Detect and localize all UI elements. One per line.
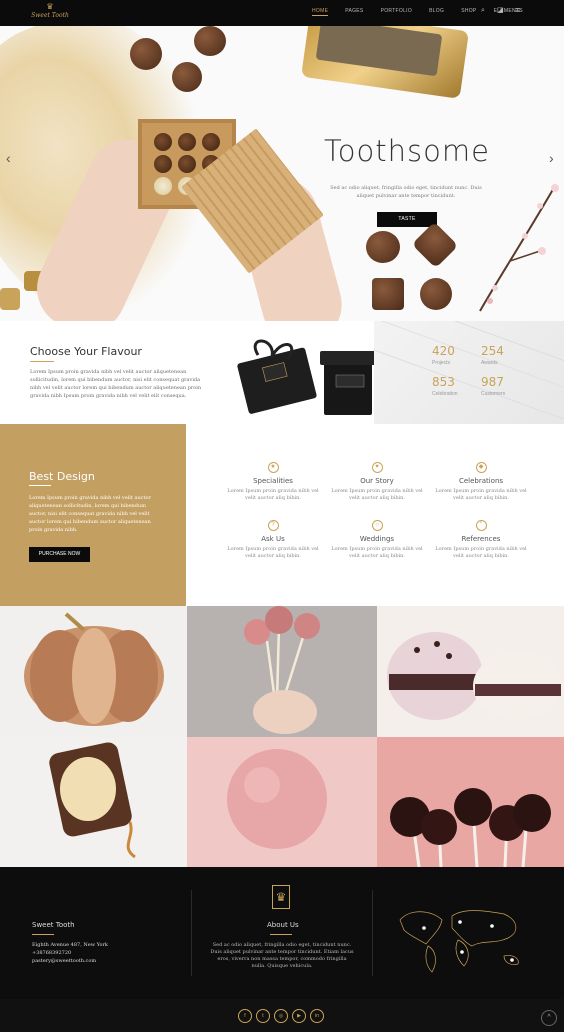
- title-divider: [32, 934, 54, 935]
- feature-item[interactable]: " References Lorem Ipsum proin gravida n…: [431, 520, 531, 560]
- flavour-text: Lorem Ipsum proin gravida nibh vel velit…: [30, 369, 202, 399]
- twitter-icon[interactable]: t: [256, 1009, 270, 1023]
- chocolate-truffle: [420, 278, 452, 310]
- star-icon: ★: [267, 462, 279, 473]
- feature-title: Celebrations: [458, 477, 504, 485]
- gift-box-image: [237, 339, 376, 415]
- stat-label: Customers: [481, 391, 506, 397]
- footer-address: Eighth Avenue 487, New York: [32, 942, 108, 948]
- world-map-image: [399, 910, 519, 973]
- feature-title: Our Story: [360, 477, 394, 485]
- best-design-title: Best Design: [29, 470, 95, 483]
- feature-title: Ask Us: [261, 535, 285, 543]
- gallery-cake-pops[interactable]: [187, 606, 377, 737]
- feature-item[interactable]: ♥ Our Story Lorem Ipsum proin gravida ni…: [327, 462, 427, 502]
- instagram-icon[interactable]: ◎: [274, 1009, 288, 1023]
- chocolate-truffle: [172, 62, 202, 92]
- feature-title: Weddings: [359, 535, 395, 543]
- gold-chocolate: [0, 288, 20, 310]
- feature-item[interactable]: ◆ Celebrations Lorem Ipsum proin gravida…: [431, 462, 531, 502]
- stat-value: 987: [481, 375, 504, 389]
- menu-item-home[interactable]: HOME: [312, 8, 329, 16]
- search-icon[interactable]: ⌕: [481, 7, 485, 15]
- menu-item-portfolio[interactable]: PORTFOLIO: [381, 8, 413, 16]
- cart-icon[interactable]: ◪: [497, 7, 504, 15]
- question-icon: ?: [267, 520, 279, 531]
- previous-slide-arrow-icon[interactable]: ‹: [6, 151, 11, 165]
- stat-label: Projects: [432, 360, 451, 366]
- flavour-title: Choose Your Flavour: [30, 345, 142, 358]
- feature-item[interactable]: ○ Weddings Lorem Ipsum proin gravida nib…: [327, 520, 427, 560]
- gallery-ice-cream[interactable]: [187, 737, 377, 867]
- feature-item[interactable]: ? Ask Us Lorem Ipsum proin gravida nibh …: [223, 520, 323, 560]
- crown-logo-icon: ♛: [272, 885, 290, 909]
- about-title: About Us: [267, 921, 299, 929]
- footer-email[interactable]: pastery@sweettooth.com: [32, 958, 96, 965]
- main-menu: HOME PAGES PORTFOLIO BLOG SHOP ELEMENTS: [312, 8, 540, 16]
- chocolate-star: [411, 221, 459, 269]
- youtube-icon[interactable]: ▶: [292, 1009, 306, 1023]
- feature-desc: Lorem Ipsum proin gravida nibh vel velit…: [435, 488, 527, 501]
- hamburger-menu-icon[interactable]: ≡: [515, 6, 520, 15]
- hero-text: Sed ac odio aliquet, fringilla odio eget…: [330, 185, 482, 199]
- footer-phone[interactable]: +38768392720: [32, 950, 71, 957]
- gallery-macarons[interactable]: [377, 606, 564, 737]
- feature-desc: Lorem Ipsum proin gravida nibh vel velit…: [227, 546, 319, 559]
- menu-item-blog[interactable]: BLOG: [429, 8, 444, 16]
- feature-desc: Lorem Ipsum proin gravida nibh vel velit…: [227, 488, 319, 501]
- about-text: Sed ac odio aliquet, fringilla odio eget…: [210, 942, 354, 969]
- stat-label: Celebration: [432, 391, 458, 397]
- footer-brand: Sweet Tooth: [32, 921, 75, 929]
- title-divider: [29, 485, 51, 486]
- menu-item-pages[interactable]: PAGES: [345, 8, 363, 16]
- heart-icon: ♥: [371, 462, 383, 473]
- purchase-now-button[interactable]: PURCHASE NOW: [29, 547, 90, 562]
- stat-label: Awards: [481, 360, 498, 366]
- feature-desc: Lorem Ipsum proin gravida nibh vel velit…: [435, 546, 527, 559]
- hero-title: Toothsome: [324, 134, 490, 168]
- feature-title: Specialities: [253, 477, 293, 485]
- stat-value: 254: [481, 344, 504, 358]
- chocolate-square: [372, 278, 404, 310]
- gallery-chocolate-pops[interactable]: [377, 737, 564, 867]
- best-design-text: Lorem Ipsum proin gravida nibh vel velit…: [29, 495, 151, 533]
- taste-button[interactable]: TASTE: [377, 212, 437, 227]
- chocolate-truffle: [130, 38, 162, 70]
- stats-panel: [374, 321, 564, 424]
- gallery-pumpkin[interactable]: [0, 606, 187, 737]
- menu-item-shop[interactable]: SHOP: [461, 8, 476, 16]
- top-navigation: ♛ Sweet Tooth HOME PAGES PORTFOLIO BLOG …: [0, 0, 564, 26]
- feature-title: References: [461, 535, 501, 543]
- stat-value: 420: [432, 344, 455, 358]
- feature-item[interactable]: ★ Specialities Lorem Ipsum proin gravida…: [223, 462, 323, 502]
- gift-icon: ◆: [475, 462, 487, 473]
- title-divider: [30, 361, 54, 362]
- next-slide-arrow-icon[interactable]: ›: [549, 151, 554, 165]
- title-divider: [270, 934, 292, 935]
- cherry-blossom-branch: [479, 184, 559, 312]
- facebook-icon[interactable]: f: [238, 1009, 252, 1023]
- footer-divider: [191, 890, 192, 976]
- feature-desc: Lorem Ipsum proin gravida nibh vel velit…: [331, 488, 423, 501]
- rings-icon: ○: [371, 520, 383, 531]
- hero-slider: Toothsome Sed ac odio aliquet, fringilla…: [0, 26, 564, 321]
- footer-divider: [372, 890, 373, 976]
- back-to-top-icon[interactable]: ^: [541, 1010, 557, 1026]
- chocolate-truffle: [366, 231, 400, 263]
- crown-icon: ♛: [46, 2, 54, 11]
- gallery-toast[interactable]: [0, 737, 187, 867]
- chocolate-truffle: [194, 26, 226, 56]
- stat-value: 853: [432, 375, 455, 389]
- logo-text: Sweet Tooth: [31, 12, 69, 19]
- linkedin-icon[interactable]: in: [310, 1009, 324, 1023]
- quote-icon: ": [475, 520, 487, 531]
- feature-desc: Lorem Ipsum proin gravida nibh vel velit…: [331, 546, 423, 559]
- logo[interactable]: ♛ Sweet Tooth: [30, 3, 70, 23]
